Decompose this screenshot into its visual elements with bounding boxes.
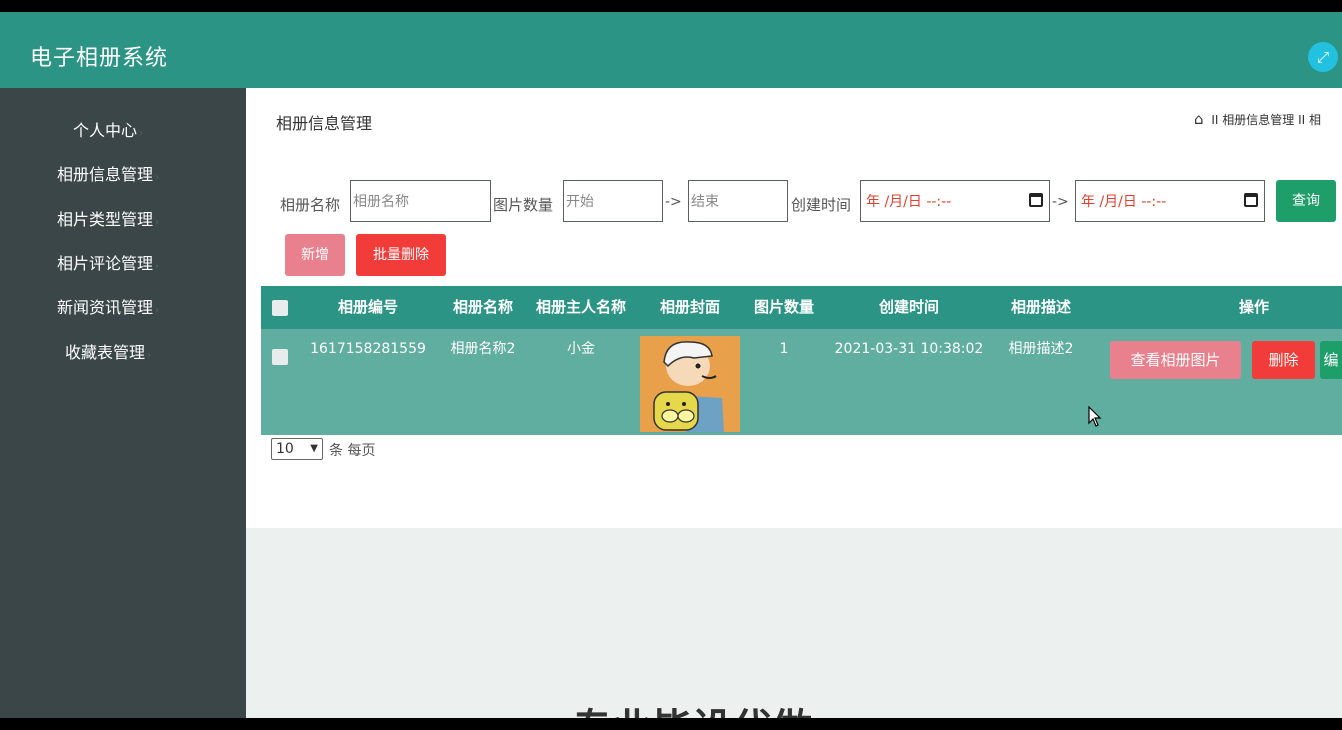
album-name-label: 相册名称 — [280, 196, 341, 214]
edit-button[interactable]: 编 — [1320, 341, 1342, 379]
album-name-cell: 相册名称2 — [450, 341, 516, 357]
calendar-icon[interactable] — [1244, 193, 1258, 207]
view-album-photos-button[interactable]: 查看相册图片 — [1110, 341, 1241, 379]
sidebar-item-favorites[interactable]: 收藏表管理 › — [0, 338, 216, 368]
app-title: 电子相册系统 — [30, 46, 169, 71]
add-button[interactable]: 新增 — [285, 234, 345, 276]
chevron-icon: › — [155, 217, 159, 228]
sidebar-item-label: 新闻资讯管理 — [56, 298, 153, 317]
chevron-icon: › — [155, 305, 159, 316]
column-header[interactable]: 图片数量 — [734, 286, 834, 329]
sidebar-item-label: 收藏表管理 — [64, 343, 145, 362]
column-header[interactable]: 相册描述 — [991, 286, 1091, 329]
breadcrumb-separator: II — [1298, 113, 1306, 127]
sidebar-item-photo-type[interactable]: 相片类型管理 › — [0, 205, 216, 235]
breadcrumb: ⌂ II 相册信息管理 II 相 — [1194, 110, 1321, 128]
sidebar-item-personal-center[interactable]: 个人中心 › — [0, 116, 216, 146]
sidebar-item-album-info[interactable]: 相册信息管理 › — [0, 160, 216, 190]
column-header: 操作 — [1238, 298, 1269, 316]
created-time-cell: 2021-03-31 10:38:02 — [834, 341, 984, 357]
sidebar-item-label: 个人中心 — [72, 121, 137, 140]
sidebar-item-news[interactable]: 新闻资讯管理 › — [0, 293, 216, 323]
table-row: 1617158281559 相册名称2 小金 1 2021-03-31 10:3… — [261, 329, 1342, 435]
chevron-icon: › — [155, 261, 159, 272]
sidebar-item-photo-comment[interactable]: 相片评论管理 › — [0, 249, 216, 279]
range-arrow: -> — [1052, 194, 1069, 210]
page-size-select[interactable]: 10 ▼ — [271, 438, 323, 460]
top-bar: 电子相册系统 ⤢ — [0, 12, 1342, 88]
date-placeholder: 年 /月/日 --:-- — [866, 194, 952, 210]
chevron-icon: › — [147, 350, 151, 361]
column-header[interactable]: 相册名称 — [433, 286, 533, 329]
column-header[interactable]: 创建时间 — [844, 286, 974, 329]
photo-count-label: 图片数量 — [493, 196, 554, 214]
app-window: 电子相册系统 ⤢ 个人中心 › 相册信息管理 › 相片类型管理 › 相片评论管理 › 新… — [0, 12, 1342, 718]
photo-count-start-input[interactable]: 开始 — [563, 180, 663, 222]
date-placeholder: 年 /月/日 --:-- — [1081, 194, 1167, 210]
sidebar-item-label: 相片类型管理 — [56, 210, 153, 229]
page-size-suffix: 条 每页 — [329, 443, 376, 459]
chevron-icon: › — [139, 128, 143, 139]
breadcrumb-item-truncated[interactable]: 相 — [1309, 113, 1321, 127]
select-all-checkbox[interactable] — [272, 300, 288, 316]
home-icon[interactable]: ⌂ — [1194, 110, 1204, 128]
range-arrow: -> — [665, 194, 682, 210]
sidebar: 个人中心 › 相册信息管理 › 相片类型管理 › 相片评论管理 › 新闻资讯管理 › 收藏… — [0, 88, 246, 718]
column-header[interactable]: 相册主人名称 — [526, 286, 636, 329]
query-button[interactable]: 查询 — [1276, 180, 1336, 222]
page-title: 相册信息管理 — [276, 114, 373, 133]
chevron-icon: › — [155, 172, 159, 183]
sidebar-item-label: 相册信息管理 — [56, 165, 153, 184]
main-content: 相册信息管理 ⌂ II 相册信息管理 II 相 相册名称 相册名称 图片数量 开… — [246, 88, 1342, 528]
row-checkbox[interactable] — [272, 349, 288, 365]
column-header[interactable]: 相册封面 — [640, 286, 740, 329]
photo-count-cell: 1 — [779, 341, 789, 357]
album-owner-cell: 小金 — [567, 341, 595, 357]
column-header[interactable]: 相册编号 — [313, 286, 423, 329]
chevron-down-icon: ▼ — [310, 443, 318, 454]
table-header: 相册编号 相册名称 相册主人名称 相册封面 图片数量 创建时间 相册描述 操作 — [261, 286, 1342, 329]
created-time-start-input[interactable]: 年 /月/日 --:-- — [860, 180, 1050, 222]
delete-button[interactable]: 删除 — [1252, 341, 1315, 379]
album-id-cell: 1617158281559 — [310, 341, 426, 357]
footer-watermark-text: 专业毕设代做 — [572, 696, 812, 718]
sidebar-item-label: 相片评论管理 — [56, 254, 153, 273]
photo-count-end-input[interactable]: 结束 — [688, 180, 788, 222]
page-size-value: 10 — [276, 441, 294, 457]
calendar-icon[interactable] — [1029, 193, 1043, 207]
created-time-end-input[interactable]: 年 /月/日 --:-- — [1075, 180, 1265, 222]
batch-delete-button[interactable]: 批量删除 — [356, 234, 446, 276]
breadcrumb-item-album-info[interactable]: 相册信息管理 — [1222, 113, 1294, 127]
created-time-label: 创建时间 — [791, 196, 852, 214]
album-cover-image — [640, 336, 740, 432]
album-desc-cell: 相册描述2 — [1008, 341, 1074, 357]
album-name-input[interactable]: 相册名称 — [350, 180, 491, 222]
fullscreen-button[interactable]: ⤢ — [1308, 42, 1338, 72]
breadcrumb-separator: II — [1211, 113, 1219, 127]
expand-icon: ⤢ — [1316, 48, 1329, 66]
